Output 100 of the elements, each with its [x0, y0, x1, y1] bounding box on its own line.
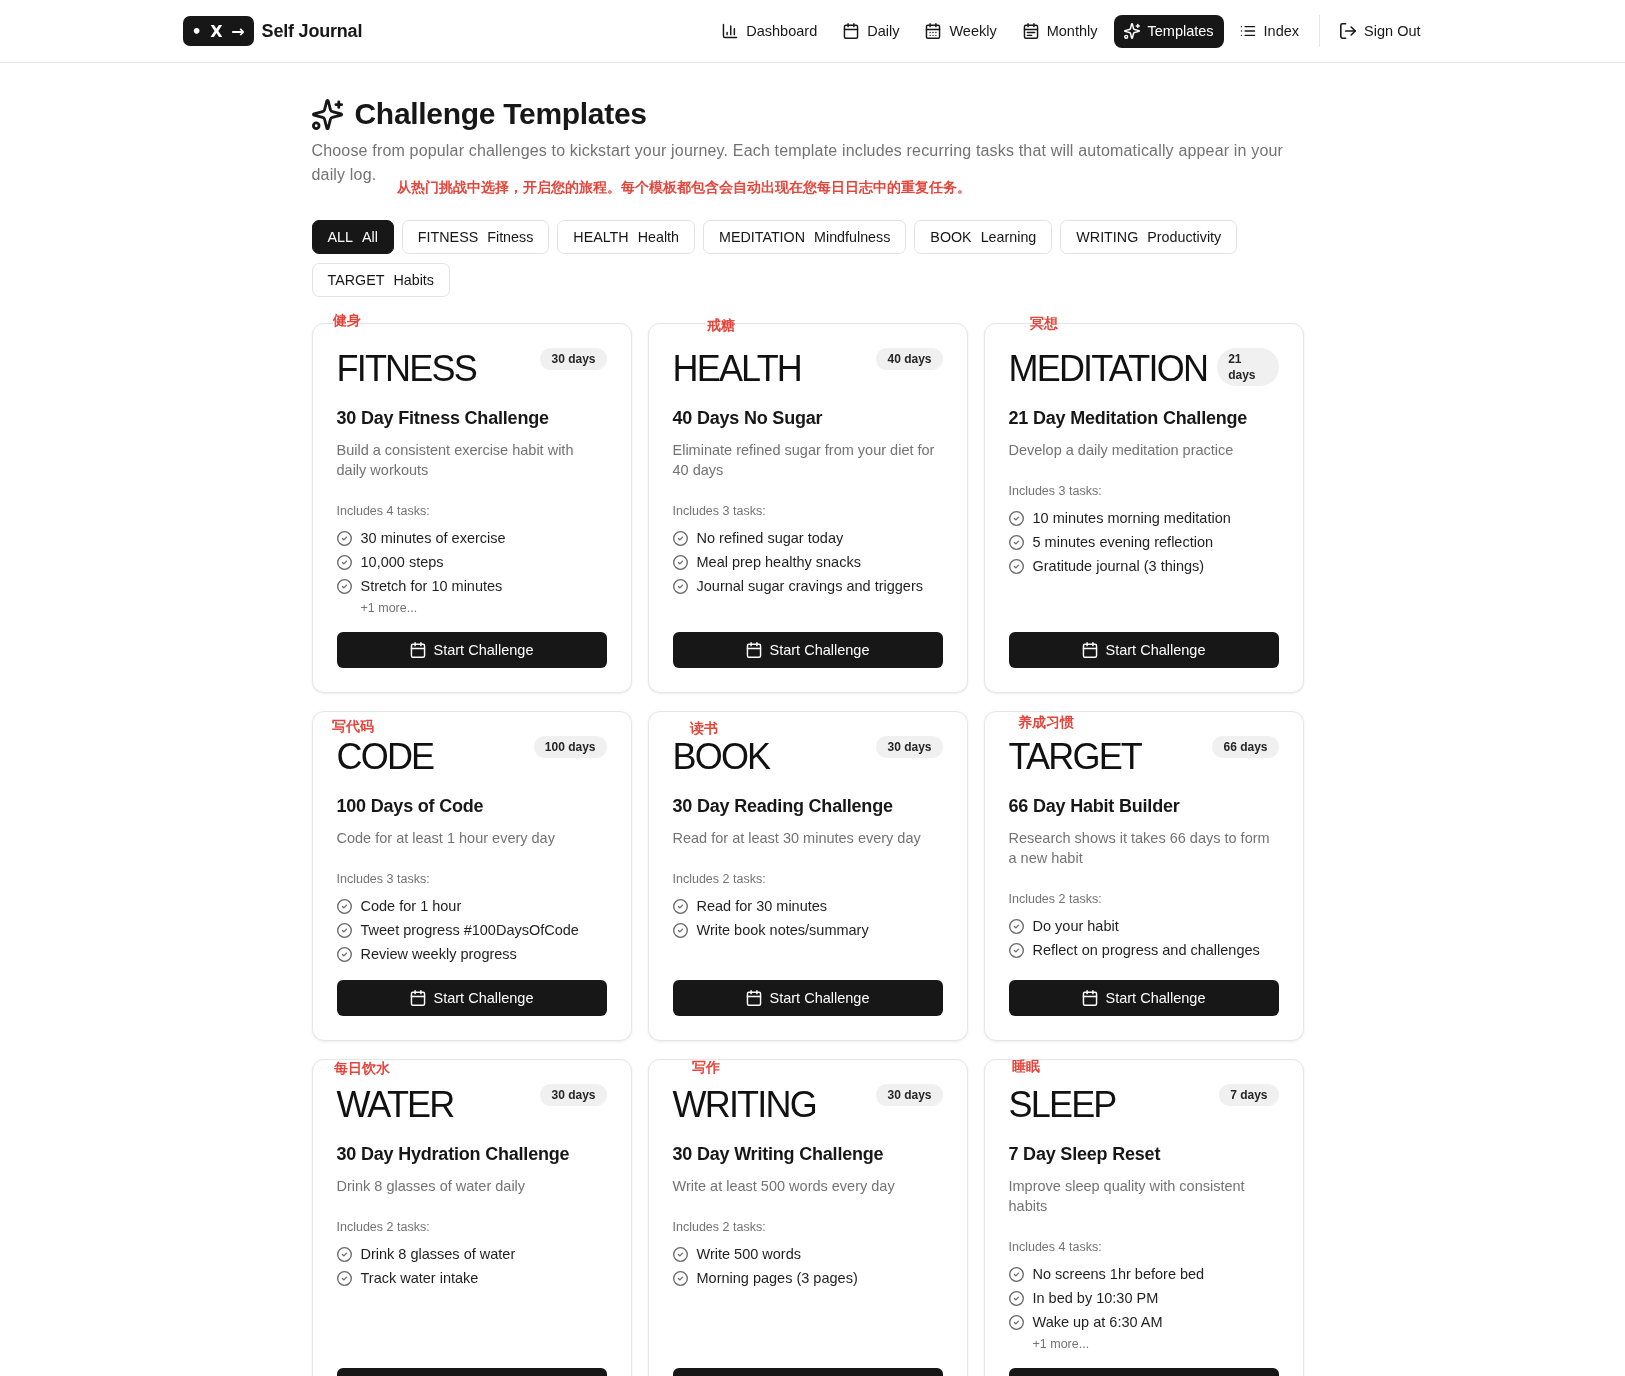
more-tasks: +1 more... [1032, 1336, 1090, 1352]
card-heading: MEDITATION [1008, 348, 1208, 390]
tasks-heading: Includes 2 tasks: [1008, 891, 1102, 908]
translation-note: 写作 [691, 1061, 720, 1075]
translation-note: 养成习惯 [1017, 716, 1074, 730]
duration-badge: 30 days [540, 348, 607, 370]
task-text: Gratitude journal (3 things) [1032, 557, 1205, 576]
card-heading: WRITING [672, 1084, 816, 1126]
task-text: Meal prep healthy snacks [696, 553, 861, 572]
task-text: No refined sugar today [696, 529, 844, 548]
calendar-icon [745, 990, 762, 1006]
duration-badge: 30 days [876, 1084, 943, 1106]
tasks-heading: Includes 4 tasks: [1008, 1239, 1102, 1256]
check-circle-icon [672, 1246, 688, 1262]
check-circle-icon [336, 946, 352, 962]
list-icon [1239, 23, 1256, 39]
check-circle-icon [672, 530, 688, 546]
calendar-icon [1081, 642, 1098, 658]
start-challenge-button[interactable]: Start Challenge [336, 632, 607, 668]
nav-link[interactable]: Daily [833, 14, 910, 48]
tasks-heading: Includes 3 tasks: [672, 503, 766, 520]
check-circle-icon [336, 554, 352, 570]
nav-link[interactable]: Weekly [915, 14, 1007, 48]
challenge-name: 66 Day Habit Builder [1008, 795, 1180, 818]
nav-link[interactable]: Templates [1113, 14, 1224, 48]
logout-icon [1340, 23, 1357, 39]
challenge-name: 30 Day Reading Challenge [672, 795, 893, 818]
start-challenge-button[interactable]: Start Challenge [1008, 980, 1279, 1016]
translation-note: 写代码 [331, 720, 374, 734]
translation-note: 冥想 [1029, 317, 1058, 331]
task-text: Track water intake [360, 1269, 479, 1288]
check-circle-icon [1008, 942, 1024, 958]
nav-link[interactable]: Monthly [1012, 14, 1108, 48]
task-text: 10 minutes morning meditation [1032, 509, 1231, 528]
filter-chip[interactable]: ALL All [311, 220, 394, 254]
translation-note: 读书 [689, 722, 718, 736]
card-heading: SLEEP [1008, 1084, 1116, 1126]
check-circle-icon [336, 1246, 352, 1262]
calendar-icon [745, 642, 762, 658]
duration-badge: 66 days [1212, 736, 1279, 758]
sparkles-icon [311, 98, 343, 130]
check-circle-icon [1008, 918, 1024, 934]
challenge-name: 30 Day Writing Challenge [672, 1143, 884, 1166]
challenge-description: Code for at least 1 hour every day [336, 829, 556, 848]
check-circle-icon [672, 1270, 688, 1286]
challenge-description: Eliminate refined sugar from your diet for 40 days [672, 441, 936, 480]
tasks-heading: Includes 2 tasks: [672, 871, 766, 888]
start-challenge-button[interactable]: Start Challenge [336, 980, 607, 1016]
calendar-icon [409, 990, 426, 1006]
challenge-description: Read for at least 30 minutes every day [672, 829, 922, 848]
translation-note: 每日饮水 [333, 1062, 390, 1076]
duration-badge: 40 days [876, 348, 943, 370]
challenge-name: 30 Day Hydration Challenge [336, 1143, 570, 1166]
filter-chip[interactable]: MEDITATION Mindfulness [703, 220, 907, 254]
task-text: No screens 1hr before bed [1032, 1265, 1205, 1284]
card-heading: WATER [336, 1084, 454, 1126]
task-text: Read for 30 minutes [696, 897, 828, 916]
check-circle-icon [1008, 1314, 1024, 1330]
filter-chip[interactable]: BOOK Learning [914, 220, 1053, 254]
check-circle-icon [672, 554, 688, 570]
nav-link[interactable]: Index [1229, 14, 1310, 48]
check-circle-icon [336, 922, 352, 938]
sign-out-button[interactable]: Sign Out [1330, 14, 1431, 48]
duration-badge: 21 days [1217, 348, 1279, 386]
start-challenge-button[interactable]: Start Challenge [672, 980, 943, 1016]
tasks-heading: Includes 3 tasks: [336, 871, 430, 888]
check-circle-icon [1008, 558, 1024, 574]
check-circle-icon [1008, 510, 1024, 526]
card-heading: HEALTH [672, 348, 802, 390]
challenge-name: 7 Day Sleep Reset [1008, 1143, 1161, 1166]
task-text: Write book notes/summary [696, 921, 869, 940]
page-title: Challenge Templates [354, 96, 647, 132]
start-challenge-button[interactable]: Start Challenge [672, 632, 943, 668]
task-text: Wake up at 6:30 AM [1032, 1313, 1163, 1332]
task-text: Reflect on progress and challenges [1032, 941, 1260, 960]
calendar-icon [1081, 990, 1098, 1006]
filter-chip[interactable]: WRITING Productivity [1060, 220, 1238, 254]
challenge-description: Write at least 500 words every day [672, 1177, 896, 1196]
filter-chip[interactable]: HEALTH Health [557, 220, 695, 254]
challenge-name: 100 Days of Code [336, 795, 484, 818]
task-text: 30 minutes of exercise [360, 529, 506, 548]
tasks-heading: Includes 4 tasks: [336, 503, 430, 520]
tasks-heading: Includes 3 tasks: [1008, 483, 1102, 500]
card-heading: BOOK [672, 736, 770, 778]
duration-badge: 30 days [876, 736, 943, 758]
start-challenge-button[interactable]: Start Challenge [1008, 632, 1279, 668]
calendar-lines-icon [1022, 23, 1039, 39]
check-circle-icon [336, 578, 352, 594]
tasks-heading: Includes 2 tasks: [336, 1219, 430, 1236]
check-circle-icon [336, 898, 352, 914]
filter-chip[interactable]: FITNESS Fitness [401, 220, 550, 254]
filter-chip[interactable]: TARGET Habits [311, 263, 450, 297]
task-text: 10,000 steps [360, 553, 444, 572]
sparkles-icon [1123, 23, 1140, 39]
check-circle-icon [1008, 1290, 1024, 1306]
tasks-heading: Includes 2 tasks: [672, 1219, 766, 1236]
calendar-icon [843, 23, 860, 39]
task-text: Write 500 words [696, 1245, 801, 1264]
duration-badge: 100 days [533, 736, 607, 758]
nav-link[interactable]: Dashboard [712, 14, 828, 48]
